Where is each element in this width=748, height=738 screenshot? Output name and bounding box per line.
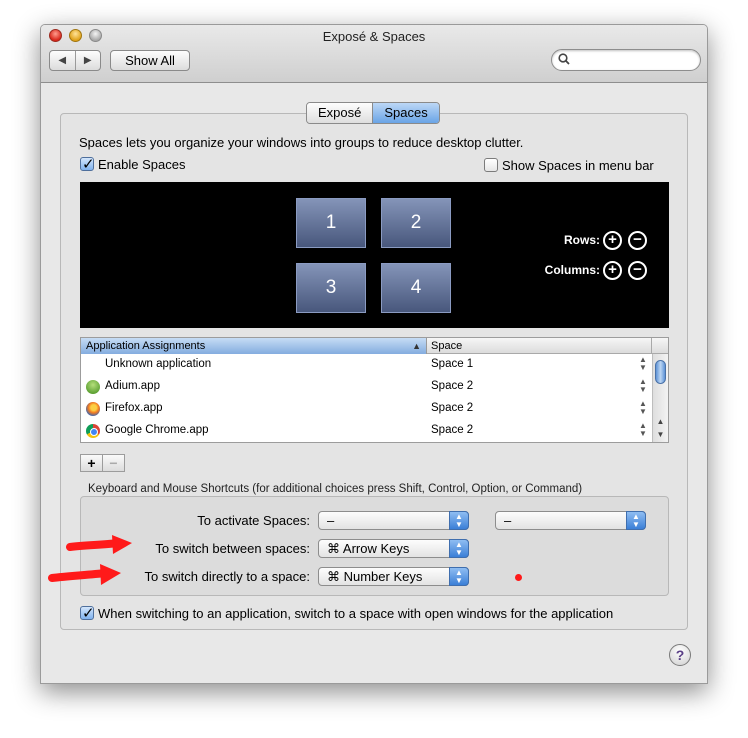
sort-ascending-icon: ▲ <box>412 341 421 351</box>
enable-spaces-checkbox[interactable] <box>80 155 95 173</box>
switch-directly-label: To switch directly to a space: <box>144 569 310 584</box>
columns-plus-button[interactable]: + <box>603 261 622 280</box>
column-header-app-label: Application Assignments <box>86 340 206 352</box>
switch-to-app-space-label: When switching to an application, switch… <box>98 606 614 621</box>
search-field[interactable] <box>551 49 701 71</box>
switch-to-app-space-checkbox[interactable] <box>80 604 95 622</box>
chrome-icon <box>86 424 100 438</box>
space-tile-1[interactable]: 1 <box>296 198 366 248</box>
switch-directly-popup[interactable]: ⌘ Number Keys ▲ ▼ <box>318 567 469 586</box>
scroll-up-arrow-icon[interactable]: ▲ <box>653 416 668 428</box>
space-value[interactable]: Space 1 <box>431 358 473 370</box>
tab-expose[interactable]: Exposé <box>307 103 374 123</box>
show-spaces-menubar-label: Show Spaces in menu bar <box>502 158 654 173</box>
table-row[interactable]: Google Chrome.app Space 2 ▲ ▼ <box>81 421 653 442</box>
table-row[interactable]: Unknown application Space 1 ▲ ▼ <box>81 355 653 377</box>
red-annotation-arrow-icon <box>48 564 121 585</box>
space-value[interactable]: Space 2 <box>431 402 473 414</box>
space-stepper-icon[interactable]: ▲ ▼ <box>639 400 647 416</box>
application-assignments-table: Application Assignments ▲ Space Unknown … <box>80 337 669 443</box>
red-annotation-dot <box>515 574 522 581</box>
space-tile-3[interactable]: 3 <box>296 263 366 313</box>
space-stepper-icon[interactable]: ▲ ▼ <box>639 378 647 394</box>
add-remove-control: + − <box>80 454 125 472</box>
spaces-description: Spaces lets you organize your windows in… <box>79 135 524 150</box>
space-value[interactable]: Space 2 <box>431 380 473 392</box>
column-header-space[interactable]: Space <box>431 338 462 354</box>
titlebar: Exposé & Spaces ◀ ▶ Show All <box>41 25 707 83</box>
table-row[interactable]: Firefox.app Space 2 ▲ ▼ <box>81 399 653 421</box>
pane-tabs: Exposé Spaces <box>306 102 440 124</box>
remove-assignment-button[interactable]: − <box>103 455 124 471</box>
switch-between-popup[interactable]: ⌘ Arrow Keys ▲ ▼ <box>318 539 469 558</box>
table-row[interactable]: Adium.app Space 2 ▲ ▼ <box>81 377 653 399</box>
popup-chevron-icon: ▲ ▼ <box>449 539 469 558</box>
scrollbar-knob[interactable] <box>655 360 666 384</box>
rows-minus-button[interactable]: − <box>628 231 647 250</box>
scroll-down-arrow-icon[interactable]: ▼ <box>653 429 668 441</box>
columns-label: Columns: <box>544 263 600 277</box>
activate-spaces-popup-2[interactable]: – ▲ ▼ <box>495 511 646 530</box>
columns-minus-button[interactable]: − <box>628 261 647 280</box>
app-name: Adium.app <box>105 380 160 392</box>
shortcuts-header: Keyboard and Mouse Shortcuts (for additi… <box>88 483 583 495</box>
popup-chevron-icon: ▲ ▼ <box>449 567 469 586</box>
add-assignment-button[interactable]: + <box>81 455 103 471</box>
tab-spaces[interactable]: Spaces <box>373 103 439 123</box>
show-all-button[interactable]: Show All <box>110 50 190 71</box>
red-annotation-arrow-icon <box>66 535 132 554</box>
back-arrow-icon[interactable]: ◀ <box>50 51 76 70</box>
window-title: Exposé & Spaces <box>322 29 426 44</box>
header-divider <box>651 338 652 354</box>
activate-spaces-label: To activate Spaces: <box>197 513 310 528</box>
switch-between-value: ⌘ Arrow Keys <box>327 541 410 556</box>
space-value[interactable]: Space 2 <box>431 424 473 436</box>
table-scrollbar[interactable]: ▲ ▼ <box>652 354 668 442</box>
space-tile-4[interactable]: 4 <box>381 263 451 313</box>
app-name: Firefox.app <box>105 402 163 414</box>
spaces-grid-panel: 1 2 3 4 Rows: + − Columns: + − <box>80 182 669 328</box>
rows-label: Rows: <box>564 233 600 247</box>
activate-spaces-value-1: – <box>327 513 335 528</box>
firefox-icon <box>86 402 100 416</box>
app-name: Unknown application <box>105 358 212 370</box>
switch-between-label: To switch between spaces: <box>155 541 310 556</box>
back-forward-control: ◀ ▶ <box>49 50 101 71</box>
switch-directly-value: ⌘ Number Keys <box>327 569 423 584</box>
show-spaces-menubar-checkbox[interactable] <box>484 158 498 172</box>
space-tile-2[interactable]: 2 <box>381 198 451 248</box>
space-stepper-icon[interactable]: ▲ ▼ <box>639 356 647 372</box>
column-header-app[interactable]: Application Assignments ▲ <box>81 338 427 354</box>
popup-chevron-icon: ▲ ▼ <box>626 511 646 530</box>
app-name: Google Chrome.app <box>105 424 209 436</box>
adium-icon <box>86 380 100 394</box>
activate-spaces-popup-1[interactable]: – ▲ ▼ <box>318 511 469 530</box>
space-stepper-icon[interactable]: ▲ ▼ <box>639 422 647 438</box>
enable-spaces-label: Enable Spaces <box>98 157 186 172</box>
forward-arrow-icon[interactable]: ▶ <box>76 51 101 70</box>
rows-plus-button[interactable]: + <box>603 231 622 250</box>
popup-chevron-icon: ▲ ▼ <box>449 511 469 530</box>
search-icon <box>558 53 570 68</box>
activate-spaces-value-2: – <box>504 513 512 528</box>
help-button[interactable]: ? <box>669 644 691 666</box>
table-header: Application Assignments ▲ Space <box>81 338 668 354</box>
